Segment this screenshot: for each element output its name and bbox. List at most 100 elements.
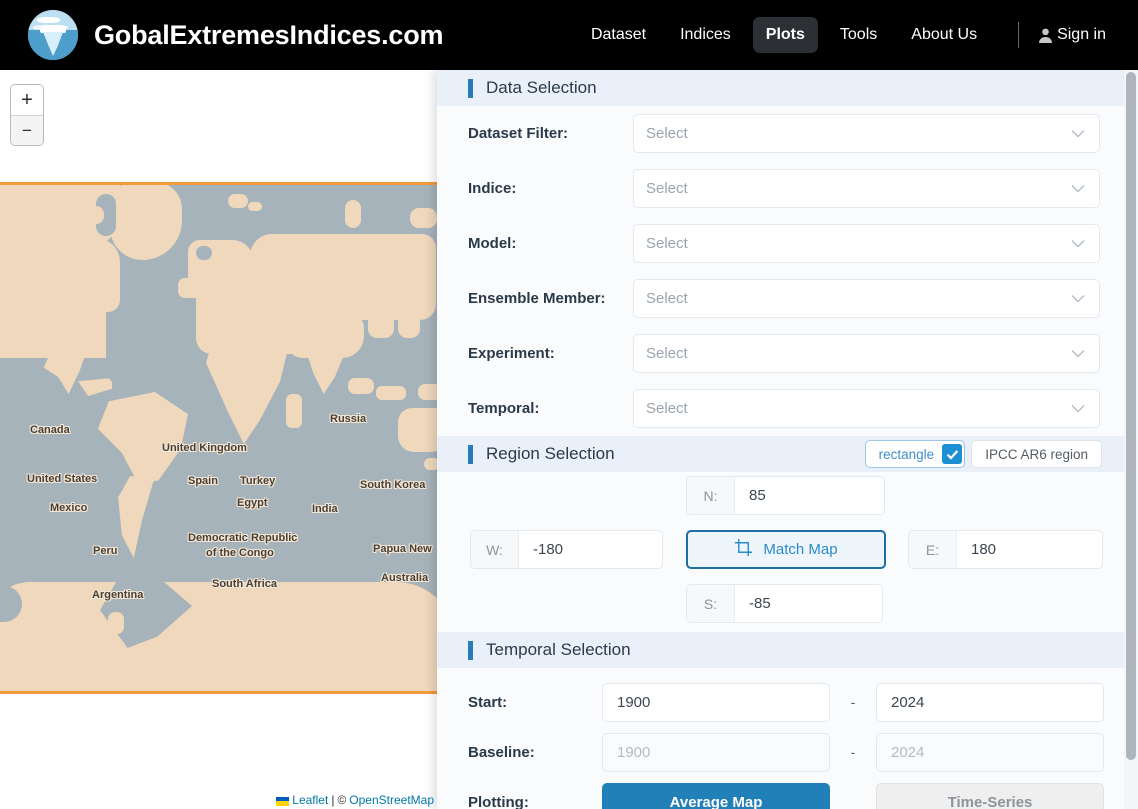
panel-scrollbar-track[interactable] bbox=[1124, 70, 1138, 809]
person-icon bbox=[1037, 27, 1054, 44]
zoom-in-button[interactable]: + bbox=[11, 85, 43, 115]
average-map-button[interactable]: Average Map bbox=[602, 782, 830, 809]
dataset-filter-value: Select bbox=[646, 125, 688, 142]
south-input[interactable]: -85 bbox=[735, 585, 771, 622]
globe-iceberg-icon bbox=[28, 10, 78, 60]
start-year-from-input[interactable]: 1900 bbox=[602, 682, 830, 722]
sign-in-button[interactable]: Sign in bbox=[1037, 26, 1106, 44]
crop-icon bbox=[734, 538, 753, 561]
sign-in-label: Sign in bbox=[1057, 26, 1106, 43]
temporal-row-start: Start: 1900 - 2024 bbox=[437, 677, 1138, 727]
map-label-united-kingdom: United Kingdom bbox=[162, 442, 247, 454]
check-icon bbox=[942, 444, 963, 464]
start-year-to-input[interactable]: 2024 bbox=[876, 682, 1104, 722]
chevron-down-icon bbox=[1071, 184, 1085, 193]
map-label-mexico: Mexico bbox=[50, 502, 88, 514]
temporal-select[interactable]: Select bbox=[633, 389, 1100, 428]
form-row-dataset-filter: Dataset Filter: Select bbox=[437, 106, 1138, 161]
ensemble-member-value: Select bbox=[646, 290, 688, 307]
model-select[interactable]: Select bbox=[633, 224, 1100, 263]
leaflet-link[interactable]: Leaflet bbox=[292, 793, 328, 807]
map-label-south-africa: South Africa bbox=[212, 578, 277, 590]
time-series-button[interactable]: Time-Series bbox=[876, 782, 1104, 809]
map-label-peru: Peru bbox=[93, 545, 118, 557]
map-label-argentina: Argentina bbox=[92, 589, 144, 601]
east-input-group[interactable]: E: 180 bbox=[908, 530, 1103, 569]
temporal-selection-header: Temporal Selection bbox=[437, 632, 1138, 668]
model-value: Select bbox=[646, 235, 688, 252]
north-input-group[interactable]: N: 85 bbox=[686, 476, 885, 515]
openstreetmap-link[interactable]: OpenStreetMap bbox=[349, 793, 434, 807]
map-label-turkey: Turkey bbox=[240, 475, 276, 487]
chevron-down-icon bbox=[1071, 294, 1085, 303]
nav-item-indices[interactable]: Indices bbox=[668, 20, 743, 50]
nav-item-plots[interactable]: Plots bbox=[752, 17, 818, 53]
ukraine-flag-icon bbox=[276, 796, 290, 806]
chevron-down-icon bbox=[1071, 239, 1085, 248]
map-label-drc-line1: Democratic Republic bbox=[188, 532, 298, 544]
ensemble-member-label: Ensemble Member: bbox=[468, 290, 606, 307]
section-accent-bar bbox=[468, 78, 473, 98]
zoom-out-button[interactable]: − bbox=[11, 115, 43, 145]
ensemble-member-select[interactable]: Select bbox=[633, 279, 1100, 318]
form-row-model: Model: Select bbox=[437, 216, 1138, 271]
nav-item-tools[interactable]: Tools bbox=[828, 20, 889, 50]
model-label: Model: bbox=[468, 235, 517, 252]
region-coordinate-grid: N: 85 W: -180 Match Map E: 180 S: -85 bbox=[437, 472, 1138, 632]
indice-select[interactable]: Select bbox=[633, 169, 1100, 208]
west-label: W: bbox=[471, 531, 519, 568]
start-label: Start: bbox=[468, 693, 508, 711]
west-input-group[interactable]: W: -180 bbox=[470, 530, 663, 569]
top-navbar: GobalExtremesIndices.com Dataset Indices… bbox=[0, 0, 1138, 70]
map-tiles[interactable]: Canada Russia United Kingdom United Stat… bbox=[0, 182, 437, 694]
north-input[interactable]: 85 bbox=[735, 477, 766, 514]
match-map-label: Match Map bbox=[763, 541, 838, 558]
baseline-dash: - bbox=[850, 744, 856, 760]
nav-links: Dataset Indices Plots Tools About Us Sig… bbox=[574, 17, 1116, 53]
experiment-label: Experiment: bbox=[468, 345, 555, 362]
form-row-ensemble-member: Ensemble Member: Select bbox=[437, 271, 1138, 326]
region-mode-ipcc-button[interactable]: IPCC AR6 region bbox=[971, 440, 1102, 468]
experiment-select[interactable]: Select bbox=[633, 334, 1100, 373]
west-input[interactable]: -180 bbox=[519, 531, 564, 568]
map-container[interactable]: Canada Russia United Kingdom United Stat… bbox=[0, 70, 437, 809]
match-map-button[interactable]: Match Map bbox=[686, 530, 886, 569]
panel-scrollbar-thumb[interactable] bbox=[1126, 72, 1136, 760]
chevron-down-icon bbox=[1071, 129, 1085, 138]
data-selection-header: Data Selection bbox=[437, 70, 1138, 106]
south-input-group[interactable]: S: -85 bbox=[686, 584, 883, 623]
map-zoom-controls: + − bbox=[10, 84, 44, 146]
temporal-selection-title: Temporal Selection bbox=[486, 640, 631, 659]
map-label-drc-line2: of the Congo bbox=[206, 547, 274, 559]
control-panel: Data Selection Dataset Filter: Select In… bbox=[437, 70, 1138, 809]
north-label: N: bbox=[687, 477, 735, 514]
nav-divider bbox=[1018, 22, 1020, 48]
map-label-papua-new-guinea: Papua New bbox=[373, 543, 432, 555]
indice-label: Indice: bbox=[468, 180, 517, 197]
region-mode-toggle-group: rectangle IPCC AR6 region bbox=[864, 440, 1102, 468]
map-label-spain: Spain bbox=[188, 475, 218, 487]
map-attribution: Leaflet | © OpenStreetMap bbox=[276, 793, 434, 807]
copyright-symbol: © bbox=[337, 793, 347, 807]
brand[interactable]: GobalExtremesIndices.com bbox=[28, 10, 444, 60]
form-row-temporal: Temporal: Select bbox=[437, 381, 1138, 436]
form-row-indice: Indice: Select bbox=[437, 161, 1138, 216]
form-row-experiment: Experiment: Select bbox=[437, 326, 1138, 381]
map-label-united-states: United States bbox=[27, 473, 98, 485]
region-mode-ipcc-label: IPCC AR6 region bbox=[985, 446, 1088, 462]
baseline-label: Baseline: bbox=[468, 743, 535, 761]
experiment-value: Select bbox=[646, 345, 688, 362]
baseline-year-to-input[interactable]: 2024 bbox=[876, 732, 1104, 772]
section-accent-bar bbox=[468, 640, 473, 660]
baseline-year-from-input[interactable]: 1900 bbox=[602, 732, 830, 772]
region-mode-rectangle-button[interactable]: rectangle bbox=[864, 440, 966, 468]
east-input[interactable]: 180 bbox=[957, 531, 997, 568]
dataset-filter-label: Dataset Filter: bbox=[468, 125, 569, 142]
dataset-filter-select[interactable]: Select bbox=[633, 114, 1100, 153]
temporal-value: Select bbox=[646, 400, 688, 417]
brand-title: GobalExtremesIndices.com bbox=[94, 19, 444, 50]
nav-item-dataset[interactable]: Dataset bbox=[579, 20, 658, 50]
nav-item-about-us[interactable]: About Us bbox=[899, 20, 989, 50]
region-selection-header: Region Selection rectangle IPCC AR6 regi… bbox=[437, 436, 1138, 472]
map-label-india: India bbox=[312, 503, 338, 515]
